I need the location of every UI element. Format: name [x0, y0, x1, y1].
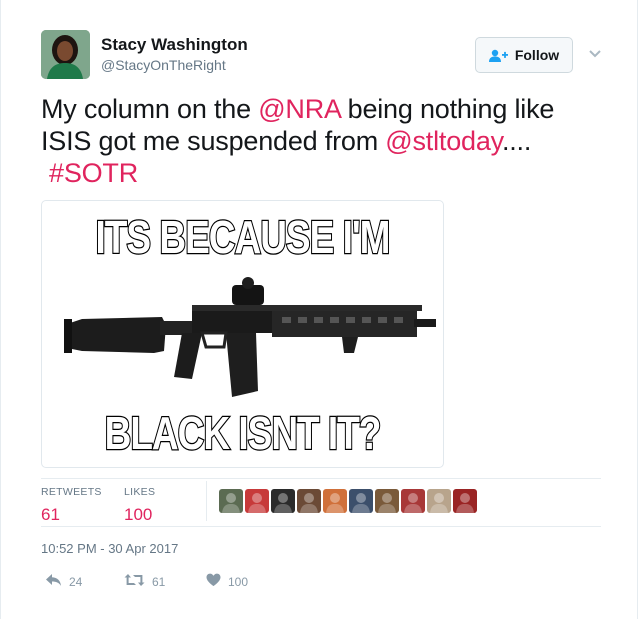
divider	[41, 478, 601, 479]
retweets-label: RETWEETS	[41, 486, 102, 498]
retweet-icon	[124, 573, 145, 590]
mention-link[interactable]: @stltoday	[385, 126, 502, 156]
liker-avatars	[219, 489, 477, 513]
like-count: 100	[228, 574, 249, 589]
meme-top-text: ITS BECAUSE I'M	[95, 211, 392, 265]
divider	[41, 526, 601, 527]
liker-avatar[interactable]	[453, 489, 477, 513]
tweet-text-part: ....	[501, 126, 532, 156]
stats-separator	[206, 481, 207, 521]
liker-avatar[interactable]	[401, 489, 425, 513]
tweet-image[interactable]: ITS BECAUSE I'M BLACK ISNT IT?	[41, 200, 444, 468]
follow-button[interactable]: Follow	[475, 37, 573, 73]
user-handle[interactable]: @StacyOnTheRight	[101, 57, 226, 73]
tweet-text-part: My column on the	[41, 94, 259, 124]
tweet-text: My column on the @NRA being nothing like…	[41, 93, 611, 189]
retweet-button[interactable]: 61	[124, 573, 165, 590]
liker-avatar[interactable]	[375, 489, 399, 513]
liker-avatar[interactable]	[271, 489, 295, 513]
liker-avatar[interactable]	[245, 489, 269, 513]
hashtag-link[interactable]: #SOTR	[41, 158, 138, 188]
retweets-stat[interactable]: RETWEETS 61	[41, 486, 102, 525]
likes-label: LIKES	[124, 486, 156, 498]
liker-avatar[interactable]	[219, 489, 243, 513]
tweet-timestamp[interactable]: 10:52 PM - 30 Apr 2017	[41, 541, 178, 556]
add-user-icon	[488, 49, 508, 62]
mention-link[interactable]: @NRA	[258, 94, 340, 124]
tweet-card: Stacy Washington @StacyOnTheRight Follow…	[0, 0, 638, 619]
retweet-count: 61	[152, 574, 166, 589]
heart-icon	[206, 573, 221, 590]
chevron-down-icon[interactable]	[588, 47, 602, 59]
like-button[interactable]: 100	[206, 573, 248, 590]
liker-avatar[interactable]	[427, 489, 451, 513]
avatar[interactable]	[41, 30, 90, 79]
likes-count: 100	[124, 505, 153, 524]
liker-avatar[interactable]	[297, 489, 321, 513]
user-name[interactable]: Stacy Washington	[101, 35, 248, 55]
liker-avatar[interactable]	[349, 489, 373, 513]
retweets-count: 61	[41, 505, 60, 524]
meme-bottom-text: BLACK ISNT IT?	[104, 407, 383, 461]
reply-button[interactable]: 24	[45, 573, 82, 590]
follow-button-label: Follow	[514, 47, 560, 63]
liker-avatar[interactable]	[323, 489, 347, 513]
reply-count: 24	[69, 574, 83, 589]
likes-stat[interactable]: LIKES 100	[124, 486, 155, 525]
reply-icon	[45, 573, 62, 590]
